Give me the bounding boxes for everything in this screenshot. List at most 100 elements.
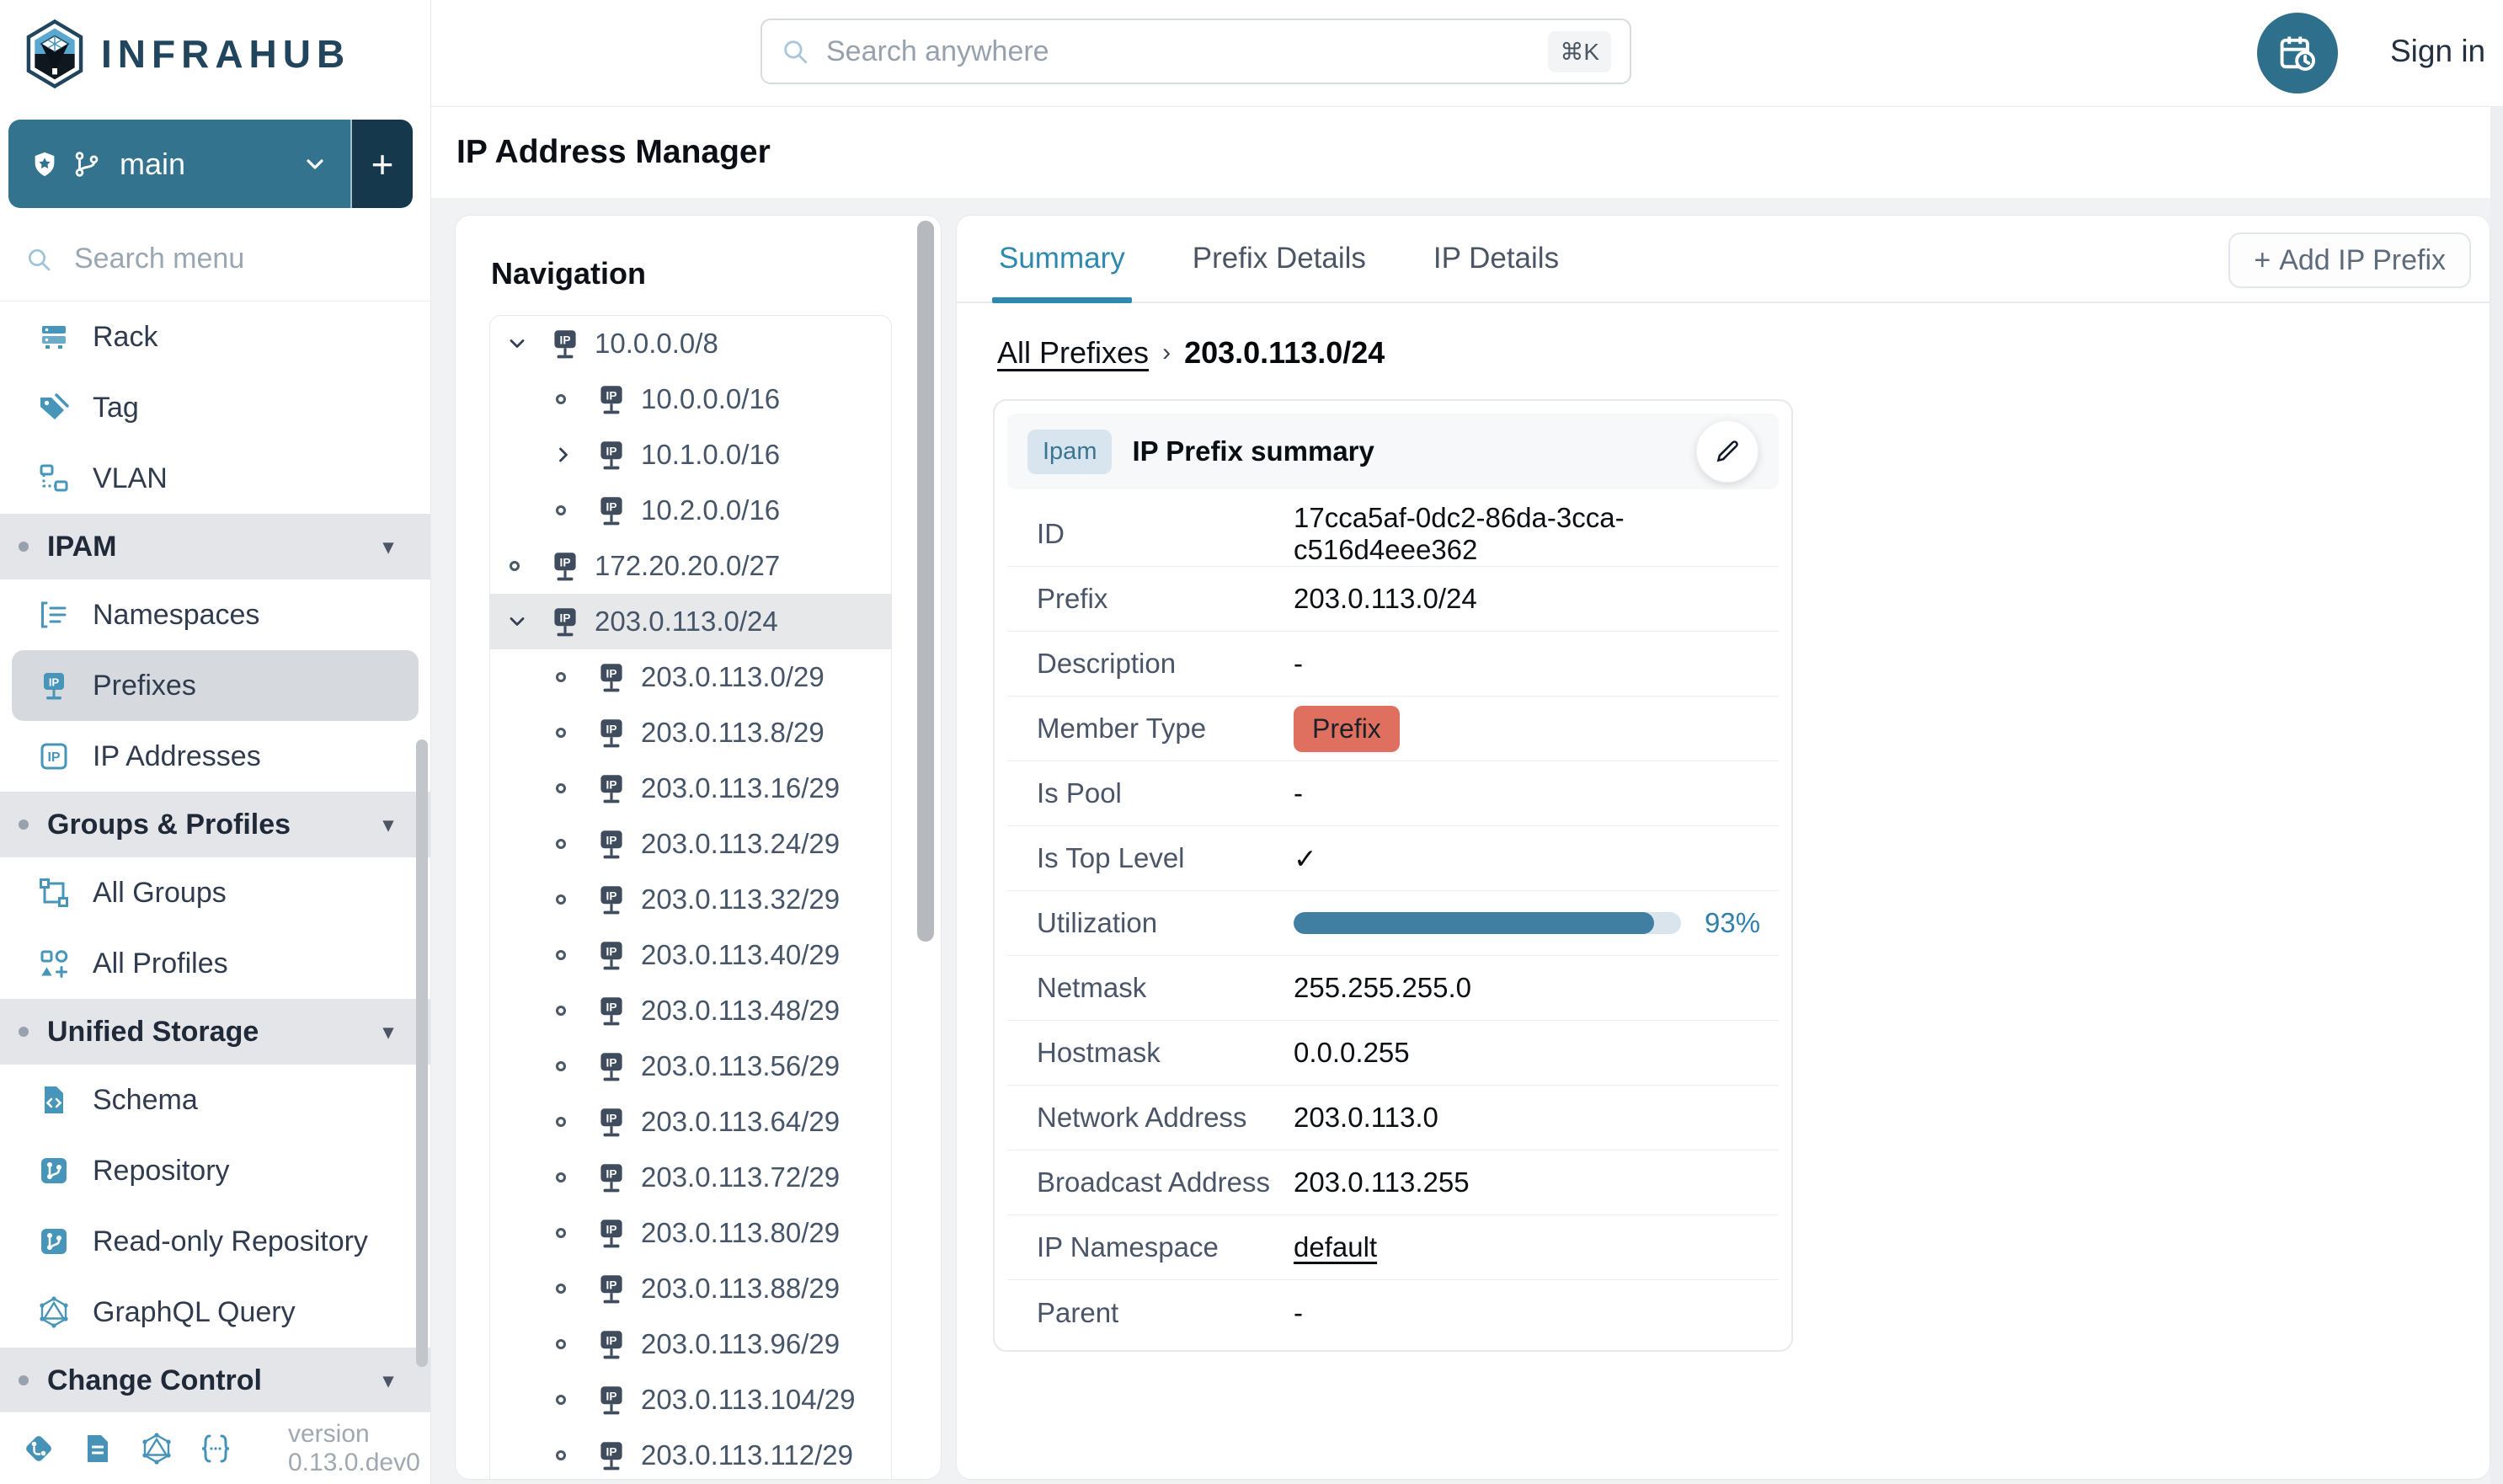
sidebar-scrollbar[interactable] <box>416 739 428 1367</box>
prefix-tree: IP10.0.0.0/8IP10.0.0.0/16IP10.1.0.0/16IP… <box>489 315 892 1480</box>
branch-select-button[interactable]: main <box>8 120 352 208</box>
tree-item-203-0-113-96-29[interactable]: IP203.0.113.96/29 <box>490 1316 891 1372</box>
sidebar-item-repository[interactable]: Repository <box>0 1135 430 1206</box>
circle-icon[interactable] <box>552 839 594 849</box>
tree-item-203-0-113-64-29[interactable]: IP203.0.113.64/29 <box>490 1094 891 1150</box>
sidebar-item-namespaces[interactable]: Namespaces <box>0 579 430 650</box>
svg-text:IP: IP <box>560 612 571 625</box>
tree-item-10-0-0-0-8[interactable]: IP10.0.0.0/8 <box>490 316 891 371</box>
sidebar-item-ip-addresses[interactable]: IPIP Addresses <box>0 721 430 792</box>
sign-in-link[interactable]: Sign in <box>2390 34 2485 69</box>
tree-item-203-0-113-32-29[interactable]: IP203.0.113.32/29 <box>490 872 891 927</box>
graphql-icon[interactable] <box>140 1432 173 1465</box>
menu-search-input[interactable]: Search menu <box>25 243 244 275</box>
git-icon[interactable] <box>22 1432 56 1465</box>
edit-button[interactable] <box>1696 420 1759 483</box>
sidebar-item-graphql-query[interactable]: GraphQL Query <box>0 1277 430 1348</box>
tree-item-203-0-113-48-29[interactable]: IP203.0.113.48/29 <box>490 983 891 1038</box>
sidebar-item-schema[interactable]: Schema <box>0 1065 430 1135</box>
row-label: Is Pool <box>1037 777 1294 809</box>
sidebar-item-prefixes[interactable]: IPPrefixes <box>12 650 419 721</box>
braces-icon[interactable] <box>199 1432 232 1465</box>
circle-icon[interactable] <box>552 1395 594 1405</box>
circle-icon[interactable] <box>552 1117 594 1127</box>
circle-icon[interactable] <box>552 1284 594 1294</box>
row-value: 203.0.113.0 <box>1294 1102 1438 1134</box>
tab-summary[interactable]: Summary <box>999 216 1125 302</box>
tab-prefix-details[interactable]: Prefix Details <box>1193 216 1366 302</box>
circle-icon[interactable] <box>552 672 594 682</box>
tree-item-203-0-113-0-29[interactable]: IP203.0.113.0/29 <box>490 649 891 705</box>
tree-item-203-0-113-0-24[interactable]: IP203.0.113.0/24 <box>490 594 891 649</box>
member-type-badge: Prefix <box>1294 706 1400 752</box>
circle-icon[interactable] <box>552 394 594 404</box>
sidebar-item-read-only-repository[interactable]: Read-only Repository <box>0 1206 430 1277</box>
chevron-right-icon[interactable] <box>552 443 594 467</box>
summary-row-broadcast-address: Broadcast Address203.0.113.255 <box>1007 1150 1779 1215</box>
bullet-icon <box>19 542 29 552</box>
circle-icon[interactable] <box>552 1172 594 1182</box>
tree-item-203-0-113-80-29[interactable]: IP203.0.113.80/29 <box>490 1205 891 1261</box>
chevron-down-icon: ▾ <box>383 813 393 837</box>
breadcrumb-all-prefixes-link[interactable]: All Prefixes <box>997 335 1149 371</box>
tree-item-203-0-113-56-29[interactable]: IP203.0.113.56/29 <box>490 1038 891 1094</box>
sidebar-section-unified-storage[interactable]: Unified Storage▾ <box>0 999 430 1065</box>
ip-prefix-icon: IP <box>37 669 71 702</box>
tree-item-203-0-113-88-29[interactable]: IP203.0.113.88/29 <box>490 1261 891 1316</box>
vlan-icon <box>37 462 71 495</box>
tree-item-203-0-113-16-29[interactable]: IP203.0.113.16/29 <box>490 761 891 816</box>
document-icon[interactable] <box>81 1432 115 1465</box>
circle-icon[interactable] <box>505 561 547 571</box>
branch-selector: main + <box>8 120 413 208</box>
circle-icon[interactable] <box>552 728 594 738</box>
summary-row-utilization: Utilization93% <box>1007 891 1779 956</box>
circle-icon[interactable] <box>552 1450 594 1460</box>
circle-icon[interactable] <box>552 1061 594 1071</box>
tree-item-203-0-113-112-29[interactable]: IP203.0.113.112/29 <box>490 1428 891 1480</box>
navigation-scrollbar[interactable] <box>917 221 934 942</box>
sidebar-item-tag[interactable]: Tag <box>0 372 430 443</box>
sidebar-section-ipam[interactable]: IPAM▾ <box>0 514 430 579</box>
row-value: - <box>1294 648 1303 680</box>
svg-text:IP: IP <box>606 1391 617 1403</box>
circle-icon[interactable] <box>552 894 594 905</box>
row-value: 255.255.255.0 <box>1294 972 1471 1004</box>
tree-item-203-0-113-40-29[interactable]: IP203.0.113.40/29 <box>490 927 891 983</box>
tree-item-203-0-113-104-29[interactable]: IP203.0.113.104/29 <box>490 1372 891 1428</box>
circle-icon[interactable] <box>552 950 594 960</box>
add-ip-prefix-button[interactable]: + Add IP Prefix <box>2228 232 2471 288</box>
tree-item-203-0-113-72-29[interactable]: IP203.0.113.72/29 <box>490 1150 891 1205</box>
page-scrollbar[interactable] <box>2490 107 2503 1484</box>
sidebar-item-all-groups[interactable]: All Groups <box>0 857 430 928</box>
chevron-down-icon[interactable] <box>505 610 547 633</box>
summary-row-network-address: Network Address203.0.113.0 <box>1007 1086 1779 1150</box>
chevron-down-icon[interactable] <box>505 332 547 355</box>
sidebar-section-change-control[interactable]: Change Control▾ <box>0 1348 430 1412</box>
sidebar-item-vlan[interactable]: VLAN <box>0 443 430 514</box>
svg-text:IP: IP <box>606 890 617 903</box>
ip-prefix-icon: IP <box>594 1327 641 1362</box>
circle-icon[interactable] <box>552 505 594 515</box>
sidebar-section-groups-profiles[interactable]: Groups & Profiles▾ <box>0 792 430 857</box>
tree-item-172-20-20-0-27[interactable]: IP172.20.20.0/27 <box>490 538 891 594</box>
add-branch-button[interactable]: + <box>352 120 413 208</box>
tree-item-203-0-113-8-29[interactable]: IP203.0.113.8/29 <box>490 705 891 761</box>
sidebar-item-rack[interactable]: Rack <box>0 302 430 372</box>
circle-icon[interactable] <box>552 1006 594 1016</box>
tree-item-10-2-0-0-16[interactable]: IP10.2.0.0/16 <box>490 483 891 538</box>
svg-text:IP: IP <box>606 446 617 458</box>
circle-icon[interactable] <box>552 1339 594 1349</box>
circle-icon[interactable] <box>552 1228 594 1238</box>
tab-ip-details[interactable]: IP Details <box>1433 216 1559 302</box>
schedule-button[interactable] <box>2257 13 2338 93</box>
tree-item-203-0-113-24-29[interactable]: IP203.0.113.24/29 <box>490 816 891 872</box>
namespace-link[interactable]: default <box>1294 1231 1377 1263</box>
bullet-icon <box>19 1375 29 1385</box>
tree-item-10-0-0-0-16[interactable]: IP10.0.0.0/16 <box>490 371 891 427</box>
circle-icon[interactable] <box>552 783 594 793</box>
ip-prefix-icon: IP <box>594 382 641 417</box>
tree-item-10-1-0-0-16[interactable]: IP10.1.0.0/16 <box>490 427 891 483</box>
global-search-input[interactable]: Search anywhere ⌘K <box>761 19 1631 84</box>
sidebar-item-all-profiles[interactable]: All Profiles <box>0 928 430 999</box>
git-branch-icon <box>72 150 101 179</box>
